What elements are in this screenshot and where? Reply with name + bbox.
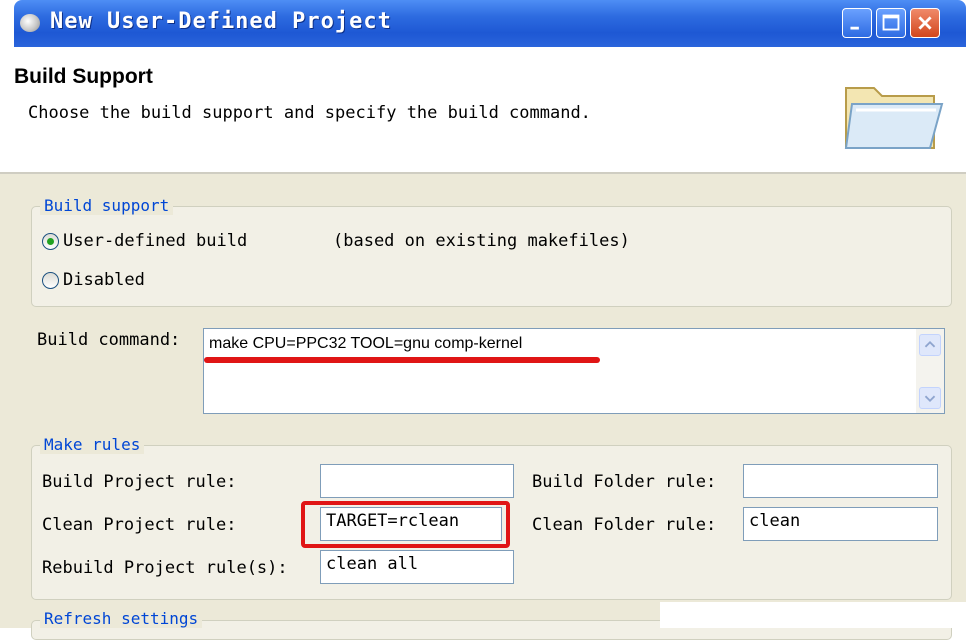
folder-icon [844,87,944,149]
maximize-button[interactable] [876,8,906,38]
build-command-field[interactable]: make CPU=PPC32 TOOL=gnu comp-kernel [203,328,945,414]
scroll-up-button[interactable] [919,334,941,356]
build-support-legend: Build support [40,196,174,215]
close-icon [918,16,932,30]
user-defined-build-option[interactable]: User-defined build [42,231,247,251]
radio-disabled[interactable] [42,271,59,289]
build-project-rule-input[interactable] [320,464,514,498]
build-command-label: Build command: [37,330,181,350]
minimize-button[interactable] [842,8,872,38]
page-title: Build Support [14,65,153,88]
refresh-settings-legend[interactable]: Refresh settings [40,609,203,628]
chevron-up-icon [924,340,936,348]
app-icon [20,14,40,32]
build-command-value: make CPU=PPC32 TOOL=gnu comp-kernel [209,335,523,352]
screenshot-crop-edge [660,602,966,628]
clean-folder-rule-input[interactable]: clean [743,507,938,541]
rebuild-project-rule-input[interactable]: clean all [320,550,514,584]
build-command-scrollbar[interactable] [916,329,944,413]
disabled-label: Disabled [63,270,145,290]
build-folder-rule-input[interactable] [743,464,938,498]
clean-project-rule-label: Clean Project rule: [42,515,237,535]
user-defined-build-label: User-defined build [63,231,248,251]
minimize-icon [850,26,859,30]
title-bar[interactable]: New User-Defined Project [14,0,966,47]
window-title: New User-Defined Project [50,9,392,34]
make-rules-legend: Make rules [40,435,145,454]
close-button[interactable] [910,8,940,38]
page-description: Choose the build support and specify the… [28,103,591,123]
scroll-down-button[interactable] [919,387,941,409]
chevron-down-icon [924,395,936,403]
user-defined-build-note: (based on existing makefiles) [333,231,630,251]
command-highlight-underline [204,357,600,363]
disabled-option[interactable]: Disabled [42,270,145,290]
maximize-icon [882,14,900,31]
build-support-group [31,206,952,307]
radio-user-defined-build[interactable] [42,232,59,250]
build-folder-rule-label: Build Folder rule: [532,472,717,492]
clean-folder-rule-label: Clean Folder rule: [532,515,717,535]
build-project-rule-label: Build Project rule: [42,472,237,492]
clean-rule-highlight-box [301,501,510,548]
rebuild-project-rule-label: Rebuild Project rule(s): [42,558,288,578]
